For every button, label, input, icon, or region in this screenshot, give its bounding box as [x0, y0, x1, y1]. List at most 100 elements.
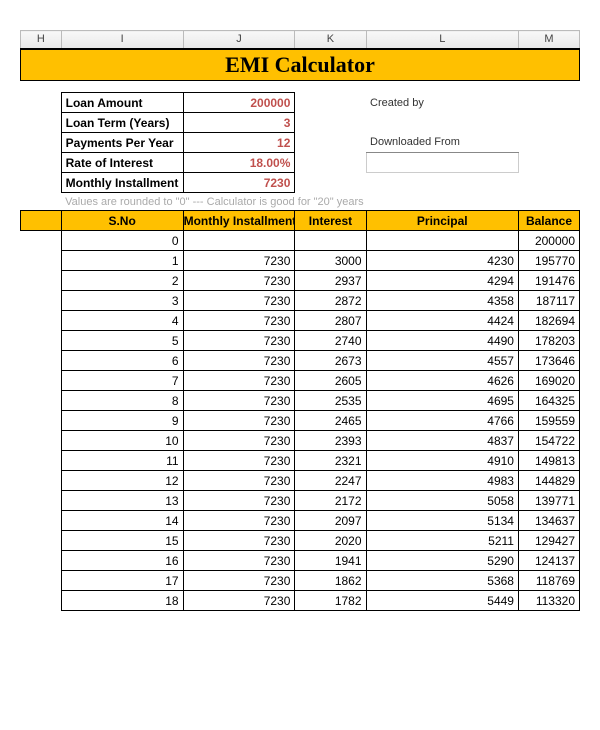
cell-sno[interactable]: 9 — [61, 411, 183, 431]
table-row[interactable]: 18723017825449113320 — [21, 591, 580, 611]
cell-principal[interactable]: 5290 — [366, 551, 518, 571]
cell-monthly-installment[interactable]: 7230 — [183, 251, 295, 271]
cell-interest[interactable]: 2673 — [295, 351, 366, 371]
cell-monthly-installment[interactable] — [183, 231, 295, 251]
cell-monthly-installment[interactable]: 7230 — [183, 271, 295, 291]
cell-monthly-installment[interactable]: 7230 — [183, 571, 295, 591]
cell-interest[interactable]: 2020 — [295, 531, 366, 551]
cell-balance[interactable]: 182694 — [518, 311, 579, 331]
table-row[interactable]: 9723024654766159559 — [21, 411, 580, 431]
payments-value[interactable]: 12 — [183, 133, 295, 153]
cell-principal[interactable]: 4230 — [366, 251, 518, 271]
cell-monthly-installment[interactable]: 7230 — [183, 551, 295, 571]
cell-interest[interactable] — [295, 231, 366, 251]
rate-value[interactable]: 18.00% — [183, 153, 295, 173]
table-row[interactable]: 17723018625368118769 — [21, 571, 580, 591]
cell-monthly-installment[interactable]: 7230 — [183, 491, 295, 511]
spreadsheet-grid[interactable]: H I J K L M EMI Calculator Loan Amount 2… — [20, 30, 580, 611]
cell-sno[interactable]: 16 — [61, 551, 183, 571]
cell-interest[interactable]: 3000 — [295, 251, 366, 271]
table-row[interactable]: 1723030004230195770 — [21, 251, 580, 271]
cell-sno[interactable]: 14 — [61, 511, 183, 531]
cell-sno[interactable]: 7 — [61, 371, 183, 391]
cell-interest[interactable]: 2247 — [295, 471, 366, 491]
cell-balance[interactable]: 118769 — [518, 571, 579, 591]
cell-sno[interactable]: 12 — [61, 471, 183, 491]
cell-interest[interactable]: 2465 — [295, 411, 366, 431]
cell-interest[interactable]: 2321 — [295, 451, 366, 471]
cell-sno[interactable]: 11 — [61, 451, 183, 471]
cell-sno[interactable]: 0 — [61, 231, 183, 251]
col-header-j[interactable]: J — [183, 31, 295, 49]
cell-sno[interactable]: 3 — [61, 291, 183, 311]
cell-monthly-installment[interactable]: 7230 — [183, 591, 295, 611]
cell-monthly-installment[interactable]: 7230 — [183, 331, 295, 351]
cell-interest[interactable]: 1941 — [295, 551, 366, 571]
cell-monthly-installment[interactable]: 7230 — [183, 311, 295, 331]
table-row[interactable]: 16723019415290124137 — [21, 551, 580, 571]
cell-sno[interactable]: 6 — [61, 351, 183, 371]
cell-sno[interactable]: 18 — [61, 591, 183, 611]
table-row[interactable]: 7723026054626169020 — [21, 371, 580, 391]
table-row[interactable]: 2723029374294191476 — [21, 271, 580, 291]
cell-balance[interactable]: 187117 — [518, 291, 579, 311]
table-row[interactable]: 0 200000 — [21, 231, 580, 251]
cell-balance[interactable]: 124137 — [518, 551, 579, 571]
cell-monthly-installment[interactable]: 7230 — [183, 451, 295, 471]
cell-monthly-installment[interactable]: 7230 — [183, 411, 295, 431]
cell-balance[interactable]: 178203 — [518, 331, 579, 351]
cell-principal[interactable] — [366, 231, 518, 251]
loan-amount-value[interactable]: 200000 — [183, 93, 295, 113]
table-row[interactable]: 6723026734557173646 — [21, 351, 580, 371]
col-header-i[interactable]: I — [61, 31, 183, 49]
cell-interest[interactable]: 2535 — [295, 391, 366, 411]
cell-balance[interactable]: 173646 — [518, 351, 579, 371]
cell-balance[interactable]: 195770 — [518, 251, 579, 271]
cell-principal[interactable]: 5058 — [366, 491, 518, 511]
cell-sno[interactable]: 8 — [61, 391, 183, 411]
cell-principal[interactable]: 4557 — [366, 351, 518, 371]
cell-balance[interactable]: 164325 — [518, 391, 579, 411]
table-row[interactable]: 8723025354695164325 — [21, 391, 580, 411]
cell-interest[interactable]: 2097 — [295, 511, 366, 531]
cell-balance[interactable]: 139771 — [518, 491, 579, 511]
cell-monthly-installment[interactable]: 7230 — [183, 431, 295, 451]
cell-monthly-installment[interactable]: 7230 — [183, 351, 295, 371]
cell-principal[interactable]: 4358 — [366, 291, 518, 311]
cell-balance[interactable]: 159559 — [518, 411, 579, 431]
cell-balance[interactable]: 154722 — [518, 431, 579, 451]
table-row[interactable]: 14723020975134134637 — [21, 511, 580, 531]
cell-principal[interactable]: 4837 — [366, 431, 518, 451]
cell-principal[interactable]: 4695 — [366, 391, 518, 411]
cell-sno[interactable]: 2 — [61, 271, 183, 291]
cell-interest[interactable]: 2172 — [295, 491, 366, 511]
cell-principal[interactable]: 4983 — [366, 471, 518, 491]
col-header-k[interactable]: K — [295, 31, 366, 49]
cell-sno[interactable]: 10 — [61, 431, 183, 451]
cell-principal[interactable]: 4294 — [366, 271, 518, 291]
cell-principal[interactable]: 5368 — [366, 571, 518, 591]
table-row[interactable]: 4723028074424182694 — [21, 311, 580, 331]
cell-monthly-installment[interactable]: 7230 — [183, 371, 295, 391]
cell-interest[interactable]: 2807 — [295, 311, 366, 331]
cell-principal[interactable]: 4424 — [366, 311, 518, 331]
cell-interest[interactable]: 2872 — [295, 291, 366, 311]
cell-monthly-installment[interactable]: 7230 — [183, 511, 295, 531]
cell-sno[interactable]: 17 — [61, 571, 183, 591]
cell-monthly-installment[interactable]: 7230 — [183, 291, 295, 311]
table-row[interactable]: 3723028724358187117 — [21, 291, 580, 311]
column-header-row[interactable]: H I J K L M — [21, 31, 580, 49]
cell-sno[interactable]: 1 — [61, 251, 183, 271]
table-row[interactable]: 11723023214910149813 — [21, 451, 580, 471]
cell-monthly-installment[interactable]: 7230 — [183, 531, 295, 551]
cell-balance[interactable]: 129427 — [518, 531, 579, 551]
table-row[interactable]: 12723022474983144829 — [21, 471, 580, 491]
cell-principal[interactable]: 5134 — [366, 511, 518, 531]
cell-monthly-installment[interactable]: 7230 — [183, 391, 295, 411]
cell-interest[interactable]: 1782 — [295, 591, 366, 611]
table-row[interactable]: 10723023934837154722 — [21, 431, 580, 451]
cell-principal[interactable]: 4910 — [366, 451, 518, 471]
cell-balance[interactable]: 134637 — [518, 511, 579, 531]
cell-interest[interactable]: 2937 — [295, 271, 366, 291]
cell-balance[interactable]: 200000 — [518, 231, 579, 251]
